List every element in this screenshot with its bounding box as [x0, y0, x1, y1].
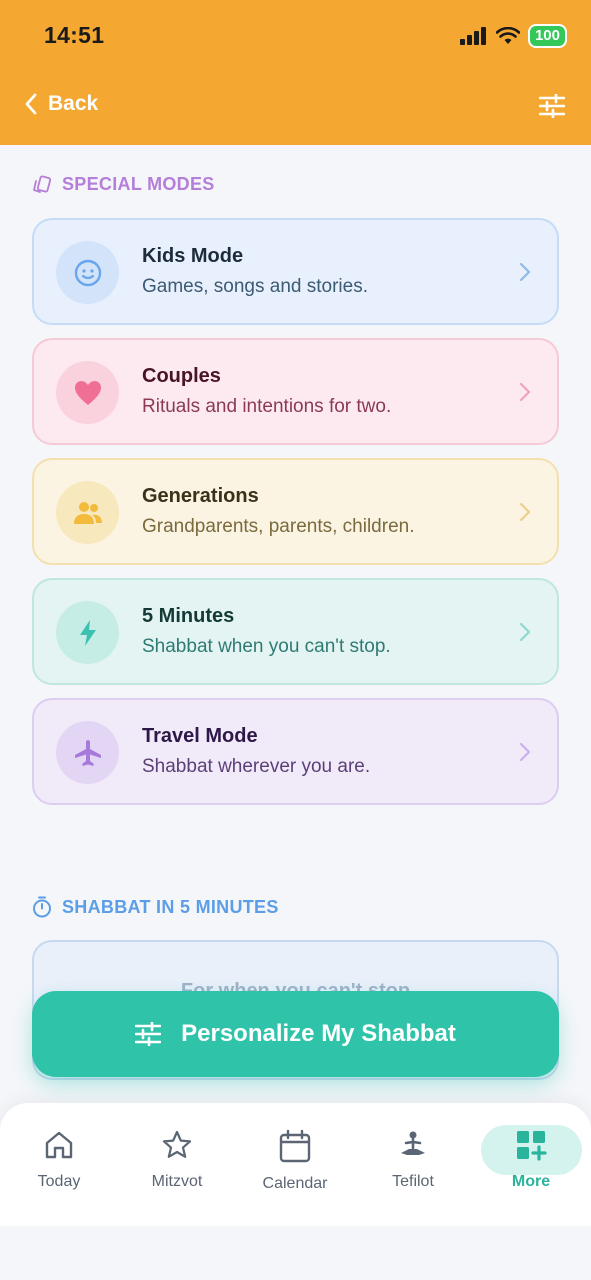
- tab-more[interactable]: More: [481, 1129, 581, 1191]
- mode-card-subtitle: Rituals and intentions for two.: [142, 396, 392, 417]
- tab-label: More: [511, 1173, 551, 1190]
- special-modes-title: SPECIAL MODES: [62, 174, 215, 194]
- tab-label: Mitzvot: [151, 1173, 203, 1190]
- tab-label: Calendar: [262, 1175, 328, 1192]
- people-icon: [56, 481, 119, 544]
- signal-icon: [459, 27, 486, 45]
- cards-icon: [33, 174, 52, 193]
- battery-indicator: 100: [527, 24, 567, 48]
- mode-card-subtitle: Shabbat wherever you are.: [142, 756, 371, 777]
- top-header: 14:51 100 Back: [0, 0, 591, 145]
- mode-card-title: Couples: [142, 365, 221, 387]
- personalize-shabbat-button[interactable]: Personalize My Shabbat: [32, 991, 559, 1077]
- bottom-tab-bar: Today Mitzvot Calendar Tefilot More: [0, 1103, 591, 1226]
- tab-calendar[interactable]: Calendar: [245, 1129, 345, 1193]
- star-icon: [162, 1130, 192, 1158]
- wifi-icon: [495, 27, 520, 44]
- sliders-icon: [135, 1022, 162, 1046]
- tab-label: Tefilot: [392, 1173, 434, 1190]
- heart-icon: [56, 361, 119, 424]
- mode-card-title: Travel Mode: [142, 725, 258, 747]
- grid-plus-icon: [517, 1131, 547, 1161]
- mode-card-generations[interactable]: Generations Grandparents, parents, child…: [32, 458, 559, 565]
- status-time: 14:51: [44, 22, 105, 48]
- chevron-right-icon: [519, 262, 531, 282]
- mode-card-couples[interactable]: Couples Rituals and intentions for two.: [32, 338, 559, 445]
- sliders-icon: [538, 92, 566, 120]
- mode-card-kids[interactable]: Kids Mode Games, songs and stories.: [32, 218, 559, 325]
- home-icon: [45, 1131, 73, 1159]
- mode-card-subtitle: Shabbat when you can't stop.: [142, 636, 391, 657]
- shabbat-5-minutes-heading: SHABBAT IN 5 MINUTES: [32, 896, 279, 918]
- chevron-left-icon: [25, 93, 37, 115]
- mode-card-travel[interactable]: Travel Mode Shabbat wherever you are.: [32, 698, 559, 805]
- back-label: Back: [48, 92, 99, 115]
- mode-card-title: Generations: [142, 485, 259, 507]
- mode-card-subtitle: Grandparents, parents, children.: [142, 516, 415, 537]
- filter-settings-button[interactable]: [538, 92, 566, 123]
- chevron-right-icon: [519, 382, 531, 402]
- mode-card-title: 5 Minutes: [142, 605, 235, 627]
- tab-today[interactable]: Today: [9, 1129, 109, 1191]
- personalize-shabbat-label: Personalize My Shabbat: [181, 1020, 456, 1047]
- chevron-right-icon: [519, 502, 531, 522]
- mode-card-5-minutes[interactable]: 5 Minutes Shabbat when you can't stop.: [32, 578, 559, 685]
- shabbat-5-minutes-title: SHABBAT IN 5 MINUTES: [62, 896, 279, 917]
- tab-label: Today: [37, 1173, 81, 1190]
- tab-tefilot[interactable]: Tefilot: [363, 1129, 463, 1191]
- chevron-right-icon: [519, 742, 531, 762]
- stopwatch-icon: [33, 896, 51, 918]
- back-button[interactable]: Back: [24, 92, 98, 116]
- prayer-person-icon: [401, 1131, 425, 1155]
- home-indicator-area: [0, 1226, 591, 1280]
- lightning-icon: [56, 601, 119, 664]
- airplane-icon: [56, 721, 119, 784]
- calendar-icon: [279, 1129, 311, 1163]
- special-modes-heading: SPECIAL MODES: [32, 174, 215, 195]
- tab-mitzvot[interactable]: Mitzvot: [127, 1129, 227, 1191]
- chevron-right-icon: [519, 622, 531, 642]
- smiley-face-icon: [56, 241, 119, 304]
- status-icons: 100: [459, 24, 567, 48]
- mode-card-subtitle: Games, songs and stories.: [142, 276, 368, 297]
- mode-card-title: Kids Mode: [142, 245, 244, 267]
